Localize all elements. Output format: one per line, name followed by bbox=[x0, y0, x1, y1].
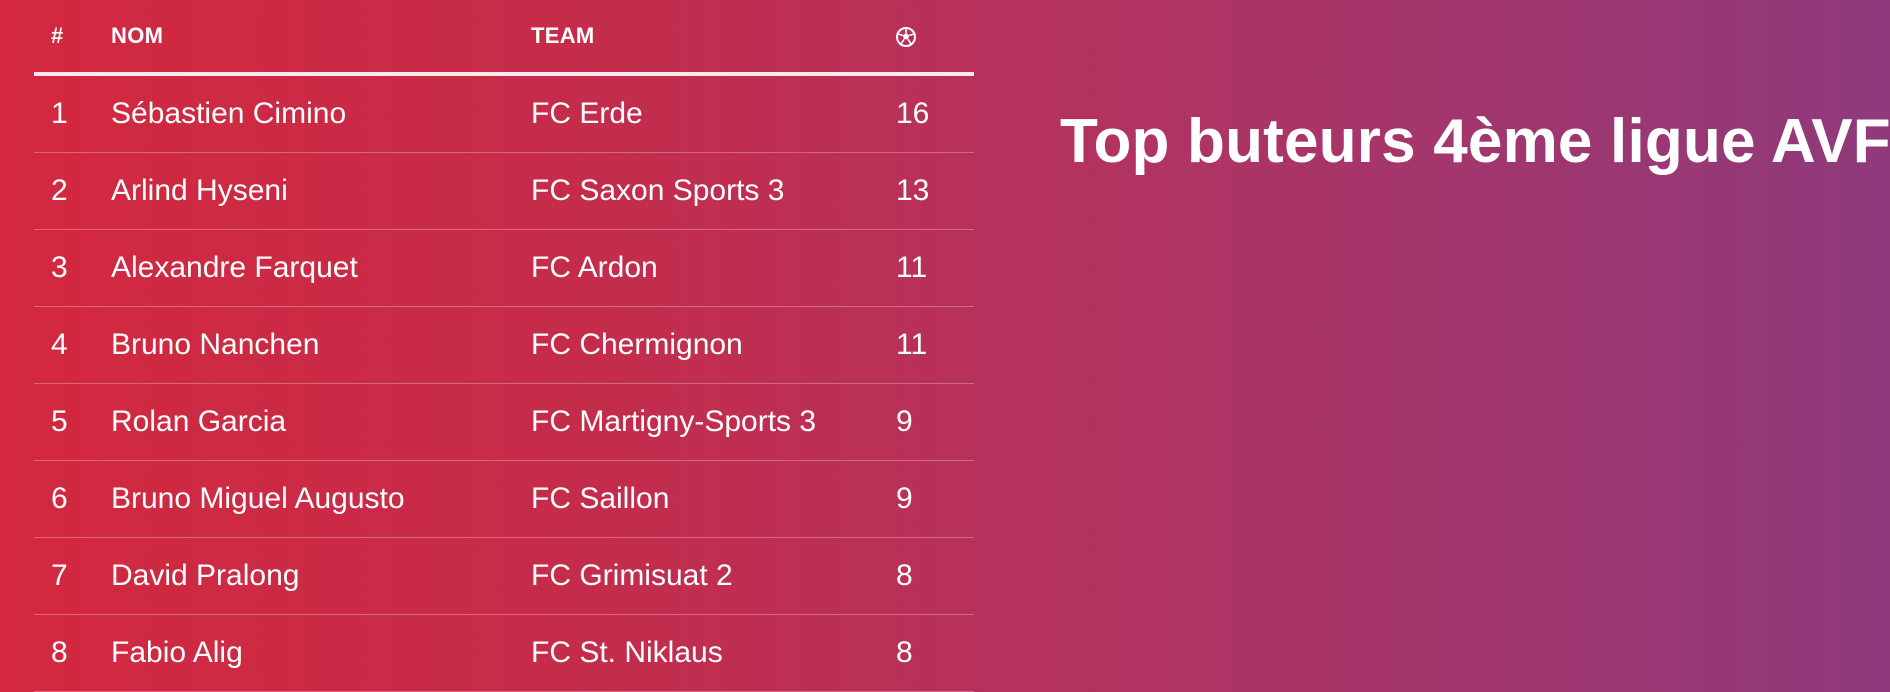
row-team: FC St. Niklaus bbox=[531, 636, 723, 669]
row-rank: 5 bbox=[51, 405, 68, 438]
header-rank: # bbox=[51, 23, 64, 48]
table-row: 7 David Pralong FC Grimisuat 2 8 bbox=[34, 538, 974, 615]
row-rank: 7 bbox=[51, 559, 68, 592]
table-row: 1 Sébastien Cimino FC Erde 16 bbox=[34, 76, 974, 153]
table-row: 8 Fabio Alig FC St. Niklaus 8 bbox=[34, 615, 974, 692]
row-team: FC Grimisuat 2 bbox=[531, 559, 733, 592]
row-goals: 11 bbox=[896, 251, 928, 284]
row-team: FC Saxon Sports 3 bbox=[531, 174, 785, 207]
table-row: 5 Rolan Garcia FC Martigny-Sports 3 9 bbox=[34, 384, 974, 461]
row-goals: 16 bbox=[896, 97, 930, 130]
row-goals: 9 bbox=[896, 405, 913, 438]
row-team: FC Ardon bbox=[531, 251, 658, 284]
row-team: FC Martigny-Sports 3 bbox=[531, 405, 817, 438]
row-player-name: David Pralong bbox=[111, 559, 300, 592]
row-goals: 8 bbox=[896, 559, 913, 592]
table-row: 2 Arlind Hyseni FC Saxon Sports 3 13 bbox=[34, 153, 974, 230]
row-goals: 13 bbox=[896, 174, 930, 207]
row-player-name: Bruno Nanchen bbox=[111, 328, 320, 361]
row-player-name: Bruno Miguel Augusto bbox=[111, 482, 405, 515]
header-name: NOM bbox=[111, 23, 164, 48]
header-team: TEAM bbox=[531, 23, 595, 48]
row-player-name: Alexandre Farquet bbox=[111, 251, 358, 284]
row-rank: 1 bbox=[51, 97, 68, 130]
row-team: FC Saillon bbox=[531, 482, 670, 515]
row-team: FC Chermignon bbox=[531, 328, 743, 361]
row-goals: 9 bbox=[896, 482, 913, 515]
row-player-name: Arlind Hyseni bbox=[111, 174, 288, 207]
row-rank: 4 bbox=[51, 328, 68, 361]
soccer-ball-icon bbox=[896, 27, 916, 48]
page-title: Top buteurs 4ème ligue AVF bbox=[1060, 107, 1890, 176]
table-row: 3 Alexandre Farquet FC Ardon 11 bbox=[34, 230, 974, 307]
scorers-table: # NOM TEAM 1 Sébastien Cimino FC Erde 16 bbox=[34, 0, 974, 692]
table-row: 6 Bruno Miguel Augusto FC Saillon 9 bbox=[34, 461, 974, 538]
row-rank: 6 bbox=[51, 482, 68, 515]
table-row: 4 Bruno Nanchen FC Chermignon 11 bbox=[34, 307, 974, 384]
row-team: FC Erde bbox=[531, 97, 643, 130]
row-player-name: Fabio Alig bbox=[111, 636, 243, 669]
header-goals bbox=[896, 23, 974, 49]
row-goals: 11 bbox=[896, 328, 928, 361]
row-rank: 8 bbox=[51, 636, 68, 669]
row-rank: 3 bbox=[51, 251, 68, 284]
row-rank: 2 bbox=[51, 174, 68, 207]
table-header: # NOM TEAM bbox=[34, 0, 974, 76]
row-goals: 8 bbox=[896, 636, 913, 669]
row-player-name: Sébastien Cimino bbox=[111, 97, 347, 130]
row-player-name: Rolan Garcia bbox=[111, 405, 287, 438]
